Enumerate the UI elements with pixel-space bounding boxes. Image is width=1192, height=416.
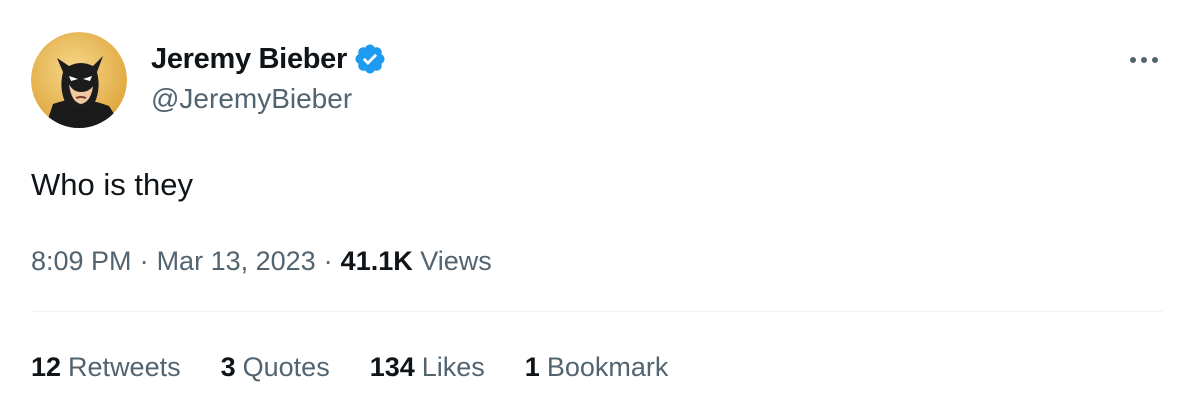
display-name[interactable]: Jeremy Bieber	[151, 40, 347, 78]
divider	[31, 311, 1163, 312]
views-link[interactable]: 41.1K Views	[341, 246, 492, 276]
tweet-time[interactable]: 8:09 PM	[31, 246, 132, 276]
stat-count: 12	[31, 352, 62, 382]
more-horizontal-icon[interactable]	[1124, 40, 1164, 80]
stat-retweets[interactable]: 12 Retweets	[31, 348, 181, 386]
stat-likes[interactable]: 134 Likes	[370, 348, 485, 386]
stat-label: Quotes	[242, 352, 330, 382]
stat-label: Retweets	[68, 352, 181, 382]
avatar[interactable]	[31, 32, 127, 128]
engagement-stats: 12 Retweets 3 Quotes 134 Likes 1 Bookmark	[31, 348, 708, 386]
stat-count: 134	[369, 352, 415, 382]
author-name-row: Jeremy Bieber	[151, 40, 387, 78]
tweet-text: Who is they	[31, 167, 193, 202]
stat-count: 1	[524, 352, 540, 382]
stat-count: 3	[220, 352, 236, 382]
separator: ·	[139, 246, 149, 276]
stat-bookmarks[interactable]: 1 Bookmark	[525, 348, 669, 386]
stat-quotes[interactable]: 3 Quotes	[221, 348, 330, 386]
tweet-date[interactable]: Mar 13, 2023	[157, 246, 316, 276]
views-count: 41.1K	[340, 246, 413, 276]
batman-cartoon-avatar	[31, 32, 127, 128]
tweet-meta: 8:09 PM · Mar 13, 2023 · 41.1K Views	[31, 242, 492, 280]
views-label: Views	[420, 246, 492, 276]
author-handle[interactable]: @JeremyBieber	[151, 80, 352, 118]
tweet-card: Jeremy Bieber @JeremyBieber Who is they …	[0, 0, 1192, 416]
stat-label: Bookmark	[546, 352, 669, 382]
separator: ·	[323, 246, 333, 276]
stat-label: Likes	[421, 352, 485, 382]
verified-badge-icon[interactable]	[353, 42, 387, 76]
